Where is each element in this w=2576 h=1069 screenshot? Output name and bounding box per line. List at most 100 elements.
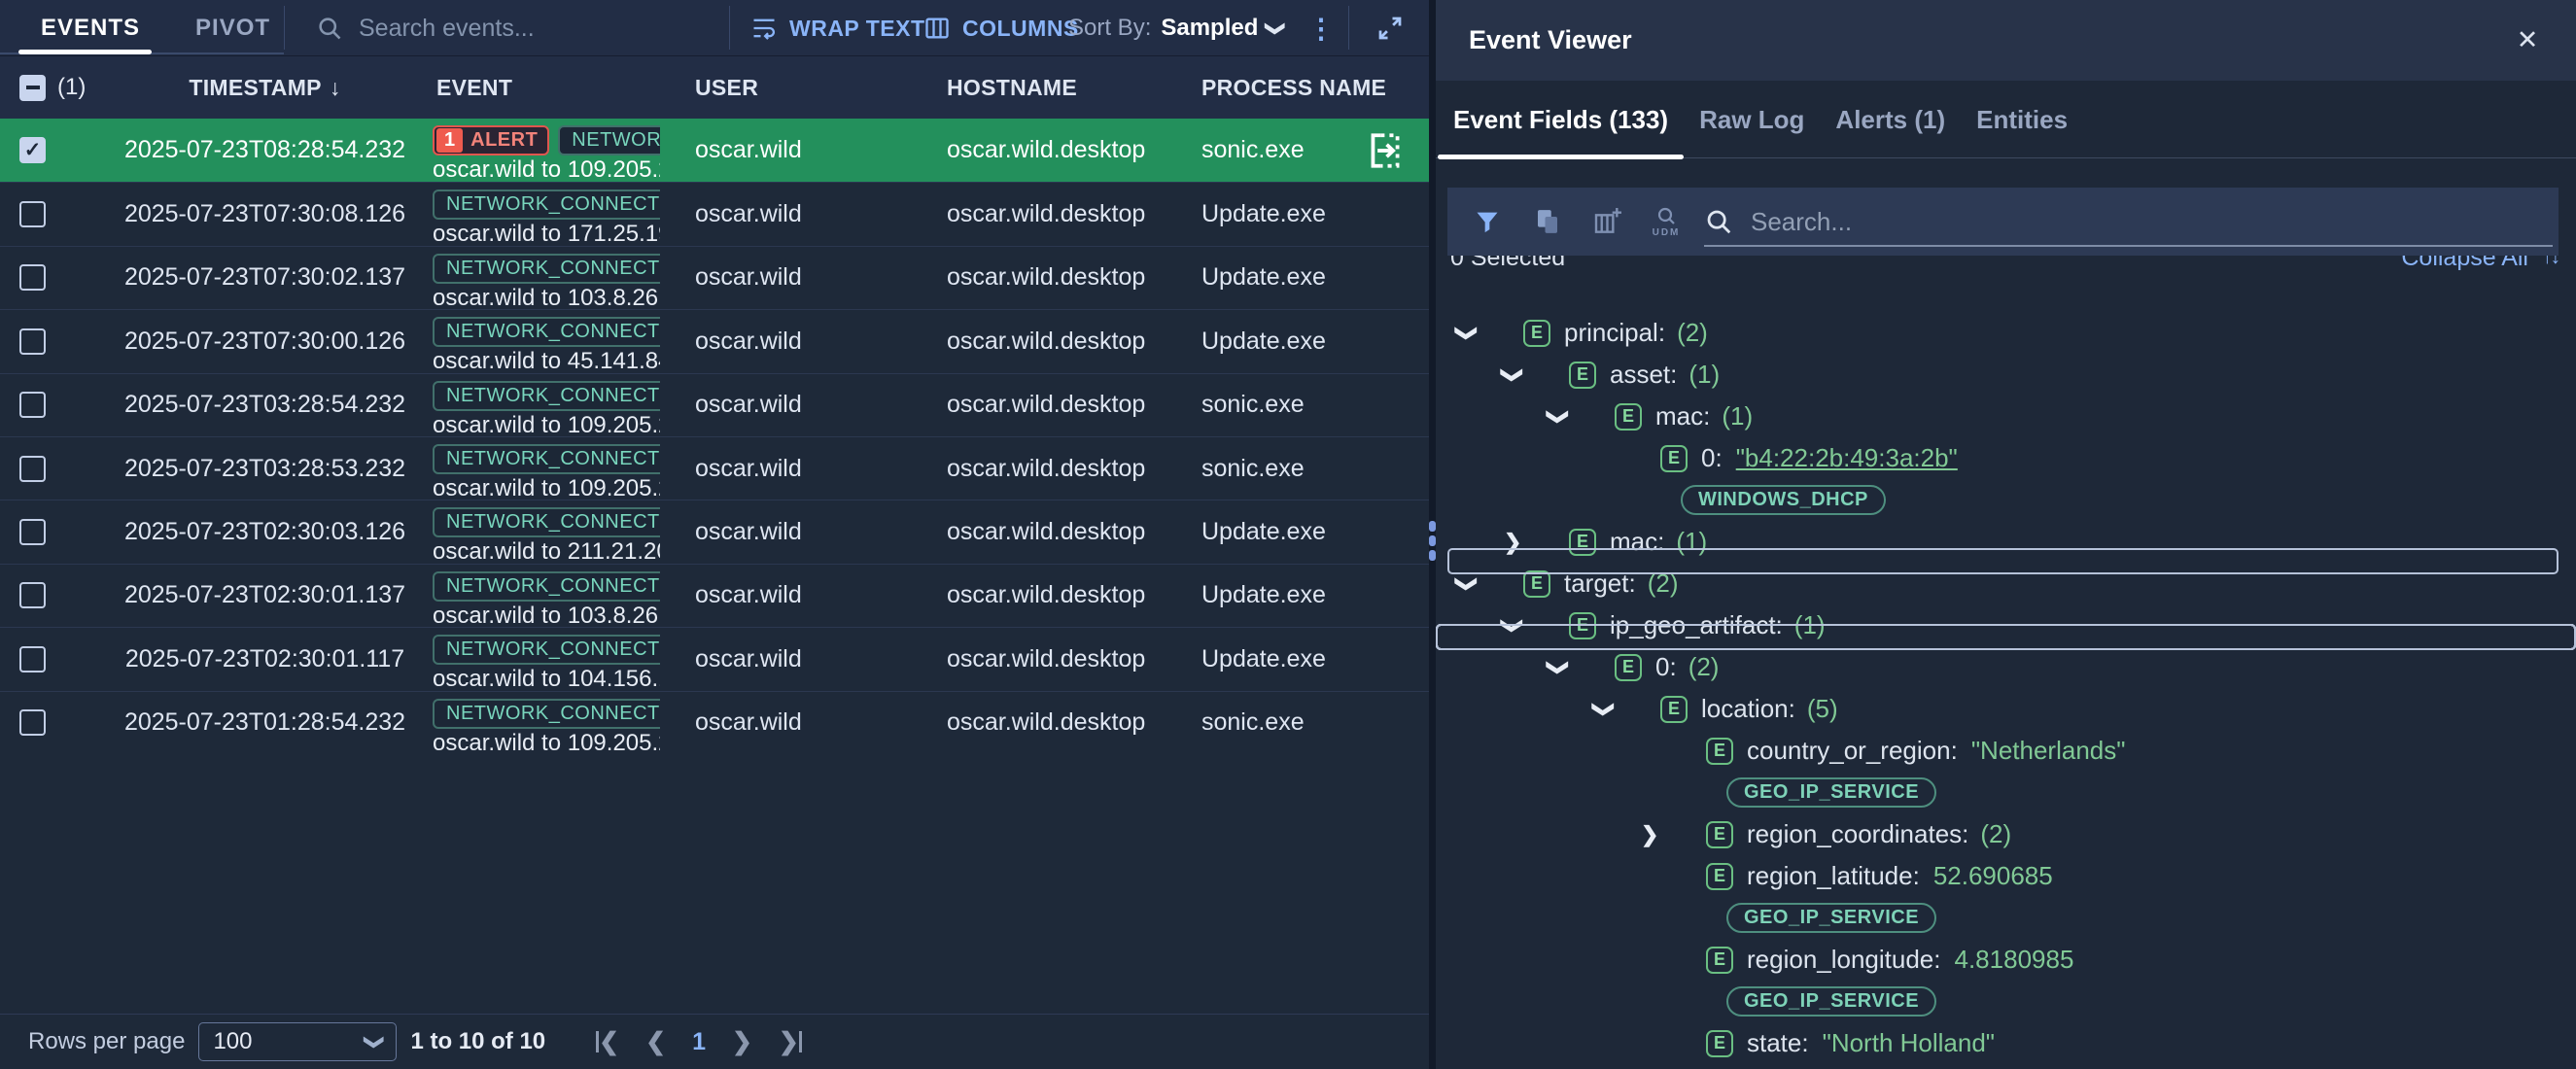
first-page-button[interactable]: ❮ bbox=[596, 1027, 619, 1056]
chevron-expanded-icon[interactable]: ❯ bbox=[1504, 362, 1555, 388]
row-checkbox[interactable]: ✓ bbox=[19, 137, 46, 163]
table-row[interactable]: 2025-07-23T03:28:54.232NETWORK_CONNECTIO… bbox=[0, 373, 1429, 436]
column-header-user[interactable]: USER bbox=[691, 56, 943, 119]
select-all-checkbox[interactable] bbox=[19, 75, 46, 101]
wrap-text-button[interactable]: WRAP TEXT bbox=[750, 0, 925, 56]
tab-event-fields-133[interactable]: Event Fields (133) bbox=[1438, 81, 1684, 158]
chevron-expanded-icon[interactable]: ❯ bbox=[1595, 697, 1647, 722]
fields-search-input[interactable]: Search... bbox=[1704, 188, 2559, 256]
field-value[interactable]: "b4:22:2b:49:3a:2b" bbox=[1736, 443, 1958, 473]
row-checkbox[interactable] bbox=[19, 519, 46, 545]
previous-page-button[interactable]: ❮ bbox=[645, 1027, 666, 1056]
event-detail: oscar.wild to 103.8.26.10 bbox=[433, 285, 660, 309]
event-type-badge[interactable]: NETWORK_CONNECTION bbox=[558, 125, 660, 155]
copy-icon[interactable] bbox=[1531, 201, 1564, 242]
tab-entities[interactable]: Entities bbox=[1961, 81, 2083, 158]
selected-count: (1) bbox=[57, 74, 86, 101]
event-viewer-tabs: Event Fields (133)Raw LogAlerts (1)Entit… bbox=[1436, 81, 2576, 158]
row-checkbox[interactable] bbox=[19, 392, 46, 418]
event-type-badge[interactable]: NETWORK_CONNECTION bbox=[433, 635, 660, 665]
panel-resize-handle[interactable] bbox=[1429, 521, 1436, 561]
row-checkbox[interactable] bbox=[19, 201, 46, 227]
row-checkbox[interactable] bbox=[19, 646, 46, 672]
field-checkbox[interactable] bbox=[1436, 624, 2576, 650]
row-checkbox[interactable] bbox=[19, 582, 46, 608]
tab-raw-log[interactable]: Raw Log bbox=[1684, 81, 1820, 158]
cell-hostname: oscar.wild.desktop bbox=[943, 692, 1198, 754]
event-detail: oscar.wild to 211.21.209. bbox=[433, 538, 660, 563]
row-checkbox[interactable] bbox=[19, 709, 46, 736]
current-page[interactable]: 1 bbox=[692, 1028, 706, 1056]
add-column-icon[interactable] bbox=[1591, 201, 1624, 242]
event-type-badge[interactable]: NETWORK_CONNECTION bbox=[433, 571, 660, 602]
row-select-cell bbox=[0, 628, 97, 690]
sort-by-dropdown[interactable]: Sort By: Sampled ❯ bbox=[1068, 0, 1284, 56]
table-row[interactable]: 2025-07-23T07:30:02.137NETWORK_CONNECTIO… bbox=[0, 246, 1429, 309]
event-type-badge[interactable]: NETWORK_CONNECTION bbox=[433, 444, 660, 474]
event-type-badge[interactable]: NETWORK_CONNECTION bbox=[433, 507, 660, 537]
tab-events[interactable]: EVENTS bbox=[41, 0, 140, 56]
next-page-button[interactable]: ❯ bbox=[732, 1027, 752, 1056]
table-row[interactable]: 2025-07-23T02:30:03.126NETWORK_CONNECTIO… bbox=[0, 500, 1429, 563]
row-checkbox[interactable] bbox=[19, 456, 46, 482]
field-count: (2) bbox=[1677, 318, 1708, 348]
column-header-timestamp[interactable]: TIMESTAMP↓ bbox=[97, 56, 433, 119]
last-page-button[interactable]: ❯ bbox=[779, 1027, 802, 1056]
cell-user: oscar.wild bbox=[691, 565, 943, 627]
events-search-input[interactable]: Search events... bbox=[284, 0, 729, 56]
event-badges: NETWORK_CONNECTION bbox=[433, 444, 660, 474]
chevron-collapsed-icon[interactable]: ❯ bbox=[1641, 822, 1692, 847]
chevron-expanded-icon[interactable]: ❯ bbox=[1549, 404, 1601, 430]
cell-user: oscar.wild bbox=[691, 500, 943, 563]
rows-per-page-select[interactable]: 100 ❯ bbox=[198, 1022, 397, 1061]
event-type-badge[interactable]: NETWORK_CONNECTION bbox=[433, 699, 660, 729]
search-icon bbox=[316, 15, 343, 42]
tab-pivot[interactable]: PIVOT bbox=[195, 0, 270, 56]
chevron-expanded-icon[interactable]: ❯ bbox=[1549, 655, 1601, 680]
event-badges: NETWORK_CONNECTION bbox=[433, 635, 660, 665]
tab-alerts-1[interactable]: Alerts (1) bbox=[1820, 81, 1961, 158]
event-type-badge[interactable]: NETWORK_CONNECTION bbox=[433, 254, 660, 284]
close-button[interactable]: ✕ bbox=[2508, 0, 2547, 81]
field-name: region_coordinates: bbox=[1747, 819, 1968, 849]
row-checkbox[interactable] bbox=[19, 264, 46, 291]
event-type-badge[interactable]: NETWORK_CONNECTION bbox=[433, 190, 660, 220]
row-checkbox[interactable] bbox=[19, 328, 46, 355]
cell-event: 1ALERTNETWORK_CONNECTIONoscar.wild to 10… bbox=[433, 119, 691, 182]
wrap-text-label: WRAP TEXT bbox=[789, 16, 925, 42]
events-panel: EVENTS PIVOT Search events... WRAP TEXT C… bbox=[0, 0, 1429, 1069]
event-type-badge[interactable]: NETWORK_CONNECTION bbox=[433, 317, 660, 347]
tree-field-row: Estate:"North Holland" bbox=[1436, 1022, 2576, 1064]
table-row[interactable]: 2025-07-23T07:30:00.126NETWORK_CONNECTIO… bbox=[0, 309, 1429, 372]
filter-icon[interactable] bbox=[1471, 201, 1504, 242]
field-name: mac: bbox=[1655, 401, 1710, 431]
events-search-placeholder: Search events... bbox=[359, 15, 535, 43]
event-fields-tree: ❯Eprincipal:(2)❯Easset:(1)❯Emac:(1)E0:"b… bbox=[1436, 312, 2576, 1064]
alert-badge[interactable]: 1ALERT bbox=[433, 125, 549, 155]
table-row[interactable]: 2025-07-23T07:30:08.126NETWORK_CONNECTIO… bbox=[0, 182, 1429, 245]
select-all-fields-checkbox[interactable] bbox=[1447, 548, 2559, 574]
entity-badge: E bbox=[1660, 696, 1688, 723]
table-row[interactable]: 2025-07-23T01:28:54.232NETWORK_CONNECTIO… bbox=[0, 691, 1429, 754]
event-type-badge[interactable]: NETWORK_CONNECTION bbox=[433, 381, 660, 411]
table-row[interactable]: 2025-07-23T02:30:01.137NETWORK_CONNECTIO… bbox=[0, 564, 1429, 627]
cell-event: NETWORK_CONNECTIONoscar.wild to 109.205.… bbox=[433, 437, 691, 500]
table-row[interactable]: ✓2025-07-23T08:28:54.2321ALERTNETWORK_CO… bbox=[0, 119, 1429, 182]
columns-button[interactable]: COLUMNS bbox=[923, 0, 1079, 56]
cell-process: sonic.exe bbox=[1198, 692, 1429, 754]
expand-fullscreen-button[interactable] bbox=[1365, 7, 1415, 50]
open-in-investigation-button[interactable] bbox=[1363, 128, 1408, 173]
column-header-event[interactable]: EVENT bbox=[433, 56, 691, 119]
udm-search-icon[interactable]: UDM bbox=[1650, 201, 1683, 242]
column-header-process-name[interactable]: PROCESS NAME bbox=[1198, 56, 1429, 119]
chevron-expanded-icon[interactable]: ❯ bbox=[1458, 571, 1510, 597]
table-row[interactable]: 2025-07-23T02:30:01.117NETWORK_CONNECTIO… bbox=[0, 627, 1429, 690]
events-pivot-tabs: EVENTS PIVOT bbox=[0, 0, 270, 56]
field-name: 0: bbox=[1701, 443, 1723, 473]
table-row[interactable]: 2025-07-23T03:28:53.232NETWORK_CONNECTIO… bbox=[0, 436, 1429, 500]
sort-by-label: Sort By: bbox=[1068, 15, 1151, 42]
chevron-expanded-icon[interactable]: ❯ bbox=[1458, 321, 1510, 346]
column-header-hostname[interactable]: HOSTNAME bbox=[943, 56, 1198, 119]
more-options-button[interactable]: ⋮ bbox=[1306, 0, 1336, 56]
cell-event: NETWORK_CONNECTIONoscar.wild to 45.141.8… bbox=[433, 310, 691, 372]
